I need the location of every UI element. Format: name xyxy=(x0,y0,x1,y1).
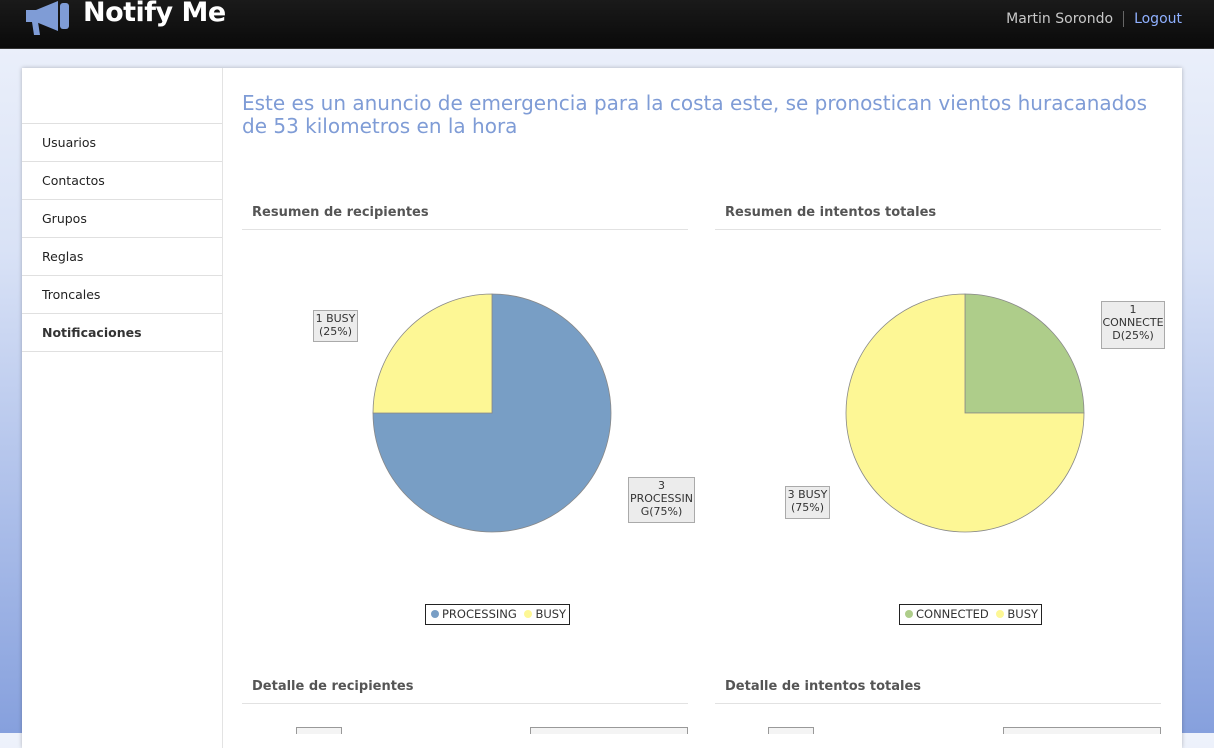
pie-label-line: G(75%) xyxy=(640,505,683,518)
attempts-detail-title: Detalle de intentos totales xyxy=(715,679,1161,704)
pie-label-line: 3 xyxy=(658,479,665,492)
attempts-legend: CONNECTED BUSY xyxy=(899,604,1043,625)
sidebar-item-grupos[interactable]: Grupos xyxy=(22,200,222,238)
attempts-pie-chart xyxy=(845,293,1085,533)
app-title: Notify Me xyxy=(83,0,226,28)
recipients-detail-title: Detalle de recipientes xyxy=(242,679,688,704)
legend-label: BUSY xyxy=(535,607,567,621)
sidebar: Usuarios Contactos Grupos Reglas Troncal… xyxy=(22,68,223,748)
pie-slice-connected xyxy=(964,293,1085,414)
legend-label: BUSY xyxy=(1007,607,1039,621)
pie-label-line: D(25%) xyxy=(1112,329,1154,342)
pie-label-line: CONNECTE xyxy=(1102,316,1164,329)
pie-label-line: (25%) xyxy=(318,325,353,338)
logout-link[interactable]: Logout xyxy=(1134,11,1182,27)
top-bar: Notify Me Martin Sorondo Logout xyxy=(0,0,1214,49)
sidebar-nav: Usuarios Contactos Grupos Reglas Troncal… xyxy=(22,123,222,352)
recipients-summary-title: Resumen de recipientes xyxy=(242,205,688,230)
announcement-title: Este es un anuncio de emergencia para la… xyxy=(242,91,1147,138)
user-box: Martin Sorondo Logout xyxy=(1006,11,1182,27)
busy-legend-dot xyxy=(524,609,533,618)
pie-label-line: PROCESSIN xyxy=(629,492,693,505)
pie-label-processing: 3 PROCESSIN G(75%) xyxy=(628,477,695,523)
pie-label-line: (75%) xyxy=(790,501,825,514)
recipients-legend: PROCESSING BUSY xyxy=(425,604,571,625)
sidebar-item-reglas[interactable]: Reglas xyxy=(22,238,222,276)
pie-label-line: 3 BUSY xyxy=(787,488,828,501)
busy-legend-dot xyxy=(996,609,1005,618)
pie-label-busy: 1 BUSY (25%) xyxy=(313,310,358,342)
recipients-pie-chart xyxy=(372,293,612,533)
divider xyxy=(1123,11,1125,27)
pie-label-line: 1 xyxy=(1129,303,1137,316)
sidebar-item-notificaciones[interactable]: Notificaciones xyxy=(22,314,222,352)
processing-legend-dot xyxy=(431,609,439,618)
legend-label: PROCESSING xyxy=(442,607,517,621)
main-panel: Usuarios Contactos Grupos Reglas Troncal… xyxy=(22,68,1182,748)
pie-slice-busy xyxy=(372,293,493,414)
pie-label-busy-attempts: 3 BUSY (75%) xyxy=(785,486,830,519)
megaphone-icon xyxy=(26,1,69,35)
user-name: Martin Sorondo xyxy=(1006,11,1114,27)
pie-label-connected: 1 CONNECTE D(25%) xyxy=(1101,301,1165,349)
pie-label-line: 1 BUSY xyxy=(315,312,356,325)
sidebar-item-contactos[interactable]: Contactos xyxy=(22,162,222,200)
attempts-summary-title: Resumen de intentos totales xyxy=(715,205,1161,230)
sidebar-item-troncales[interactable]: Troncales xyxy=(22,276,222,314)
sidebar-item-usuarios[interactable]: Usuarios xyxy=(22,124,222,162)
connected-legend-dot xyxy=(905,609,913,618)
legend-label: CONNECTED xyxy=(916,607,989,621)
